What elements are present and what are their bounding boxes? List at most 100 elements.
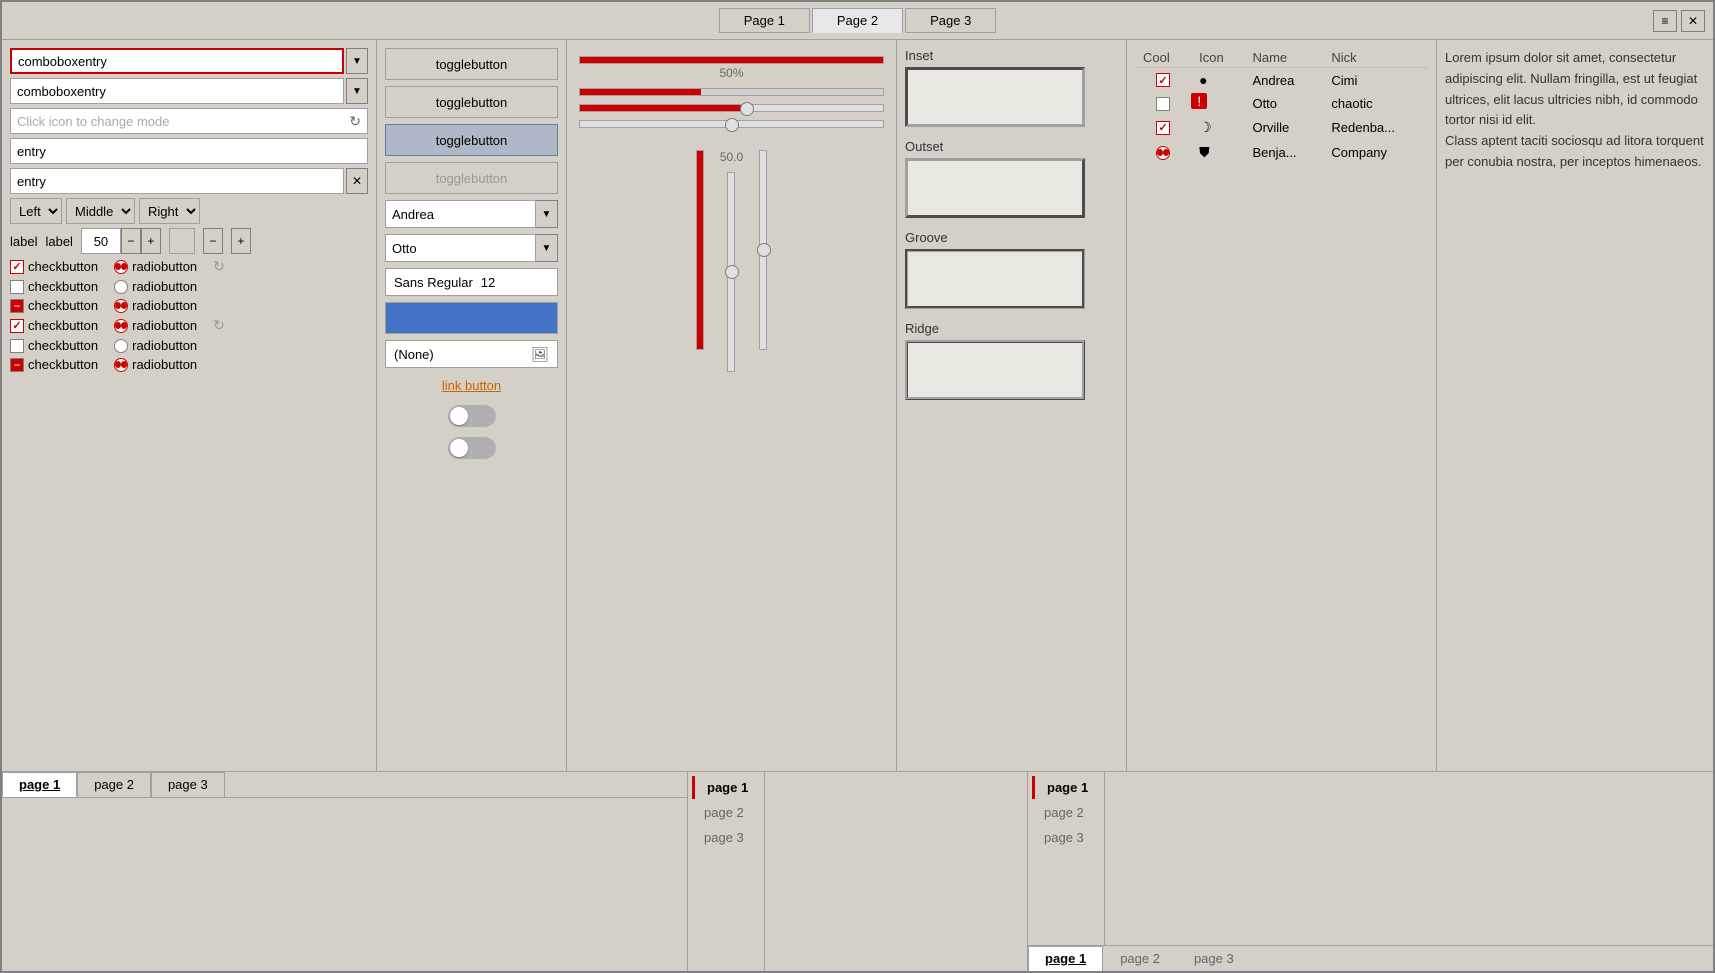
combobox2-input[interactable] bbox=[10, 78, 344, 104]
spinner-plus2[interactable]: + bbox=[231, 228, 251, 254]
bottom-tab1-page1[interactable]: page 1 bbox=[2, 772, 77, 797]
radio5[interactable]: radiobutton bbox=[114, 338, 197, 353]
bottom-tabs-1: page 1 page 2 page 3 bbox=[2, 772, 687, 798]
combobox1-arrow[interactable]: ▼ bbox=[346, 48, 368, 74]
font-selector[interactable]: Sans Regular 12 bbox=[385, 268, 558, 296]
switch1-knob bbox=[450, 407, 468, 425]
entry2-input[interactable] bbox=[10, 168, 344, 194]
image-icon: 🖼 bbox=[531, 346, 549, 363]
menu-button[interactable]: ≡ bbox=[1653, 10, 1677, 32]
title-bar: Page 1 Page 2 Page 3 ≡ ✕ bbox=[2, 2, 1713, 40]
table-row[interactable]: ● Andrea Cimi bbox=[1135, 68, 1428, 93]
vslider2[interactable] bbox=[727, 172, 735, 372]
radio6-label: radiobutton bbox=[132, 357, 197, 372]
bottom-notebook-1: page 1 page 2 page 3 bbox=[2, 772, 688, 971]
table-row[interactable]: ☽ Orville Redenba... bbox=[1135, 115, 1428, 140]
spinner-minus2[interactable]: − bbox=[203, 228, 223, 254]
dropdown2-arrow[interactable]: ▼ bbox=[536, 234, 558, 262]
left-tab3-page1[interactable]: page 1 bbox=[1032, 776, 1100, 799]
vslider3[interactable] bbox=[759, 150, 767, 350]
left-tab3-page2[interactable]: page 2 bbox=[1032, 801, 1100, 824]
bottom-tab3-page3[interactable]: page 3 bbox=[1177, 946, 1251, 971]
refresh-icon[interactable]: ↻ bbox=[349, 113, 361, 130]
close-button[interactable]: ✕ bbox=[1681, 10, 1705, 32]
tab-page3[interactable]: Page 3 bbox=[905, 8, 996, 33]
tab-page1[interactable]: Page 1 bbox=[719, 8, 810, 33]
check6[interactable]: checkbutton bbox=[10, 357, 98, 372]
outset-section: Outset bbox=[905, 139, 1118, 218]
check1-label: checkbutton bbox=[28, 259, 98, 274]
radio6[interactable]: radiobutton bbox=[114, 357, 197, 372]
left-tab2-page3[interactable]: page 3 bbox=[692, 826, 760, 849]
none-row[interactable]: (None) 🖼 bbox=[385, 340, 558, 368]
check1[interactable]: checkbutton bbox=[10, 259, 98, 274]
entry1-input[interactable] bbox=[10, 138, 368, 164]
bottom-tab1-page3[interactable]: page 3 bbox=[151, 772, 225, 797]
hslider2[interactable] bbox=[579, 88, 884, 96]
hslider1[interactable] bbox=[579, 56, 884, 64]
radiobutton3[interactable] bbox=[114, 299, 128, 313]
row1-cool-check[interactable] bbox=[1156, 73, 1170, 87]
radiobutton2[interactable] bbox=[114, 280, 128, 294]
row2-cool-check[interactable] bbox=[1156, 97, 1170, 111]
left-tab2-page2[interactable]: page 2 bbox=[692, 801, 760, 824]
radiobutton4[interactable] bbox=[114, 319, 128, 333]
hslider4[interactable] bbox=[579, 120, 884, 128]
radiobutton6[interactable] bbox=[114, 358, 128, 372]
check3[interactable]: checkbutton bbox=[10, 298, 98, 313]
hslider3-fill bbox=[580, 105, 747, 111]
check5[interactable]: checkbutton bbox=[10, 338, 98, 353]
radio4[interactable]: radiobutton bbox=[114, 318, 197, 333]
spinner-plus[interactable]: + bbox=[141, 228, 161, 254]
bottom-tab3-page2[interactable]: page 2 bbox=[1103, 946, 1177, 971]
radio2[interactable]: radiobutton bbox=[114, 279, 197, 294]
combobox1-input[interactable] bbox=[10, 48, 344, 74]
align-middle-select[interactable]: Middle bbox=[66, 198, 135, 224]
checkbox2[interactable] bbox=[10, 280, 24, 294]
radiobutton1[interactable] bbox=[114, 260, 128, 274]
switch1[interactable] bbox=[448, 405, 496, 427]
radio3[interactable]: radiobutton bbox=[114, 298, 197, 313]
checkbox1[interactable] bbox=[10, 260, 24, 274]
checkbox4[interactable] bbox=[10, 319, 24, 333]
spinner-minus[interactable]: − bbox=[121, 228, 141, 254]
dropdown2-value[interactable]: Otto bbox=[385, 234, 536, 262]
check4[interactable]: checkbutton bbox=[10, 318, 98, 333]
checkbox6[interactable] bbox=[10, 358, 24, 372]
link-button[interactable]: link button bbox=[442, 374, 501, 397]
vslider1[interactable] bbox=[696, 150, 704, 350]
left-tab2-page1[interactable]: page 1 bbox=[692, 776, 760, 799]
entry2-clear[interactable]: ✕ bbox=[346, 168, 368, 194]
vertical-sliders: 50.0 bbox=[575, 142, 888, 763]
table-row[interactable]: ⛊ Benja... Company bbox=[1135, 140, 1428, 165]
check2[interactable]: checkbutton bbox=[10, 279, 98, 294]
toggle-btn-2[interactable]: togglebutton bbox=[385, 86, 558, 118]
radio1[interactable]: radiobutton bbox=[114, 259, 197, 274]
switch2[interactable] bbox=[448, 437, 496, 459]
tab-page2[interactable]: Page 2 bbox=[812, 8, 903, 33]
bottom-tab3-page1[interactable]: page 1 bbox=[1028, 946, 1103, 971]
dropdown1-value[interactable]: Andrea bbox=[385, 200, 536, 228]
color-button[interactable] bbox=[385, 302, 558, 334]
combobox2-arrow[interactable]: ▼ bbox=[346, 78, 368, 104]
left-tab3-page3[interactable]: page 3 bbox=[1032, 826, 1100, 849]
radiobutton5[interactable] bbox=[114, 339, 128, 353]
spinner-icon1: ↻ bbox=[213, 258, 225, 275]
align-right-select[interactable]: Right bbox=[139, 198, 200, 224]
checkbox5[interactable] bbox=[10, 339, 24, 353]
row3-cool-check[interactable] bbox=[1156, 121, 1170, 135]
checkbox3[interactable] bbox=[10, 299, 24, 313]
bottom-tab1-page2[interactable]: page 2 bbox=[77, 772, 151, 797]
toggle-btn-1[interactable]: togglebutton bbox=[385, 48, 558, 80]
hslider3[interactable] bbox=[579, 104, 884, 112]
row4-cool-radio[interactable] bbox=[1156, 146, 1170, 160]
toggle-btn-3[interactable]: togglebutton bbox=[385, 124, 558, 156]
vslider2-container: 50.0 bbox=[720, 150, 743, 755]
hslider1-row: 50% bbox=[575, 56, 888, 80]
ridge-label: Ridge bbox=[905, 321, 1118, 336]
entry-icon-field[interactable]: Click icon to change mode ↻ bbox=[10, 108, 368, 134]
color-box-left[interactable] bbox=[169, 228, 195, 254]
dropdown1-arrow[interactable]: ▼ bbox=[536, 200, 558, 228]
table-row[interactable]: ! Otto chaotic bbox=[1135, 92, 1428, 115]
align-left-select[interactable]: Left bbox=[10, 198, 62, 224]
